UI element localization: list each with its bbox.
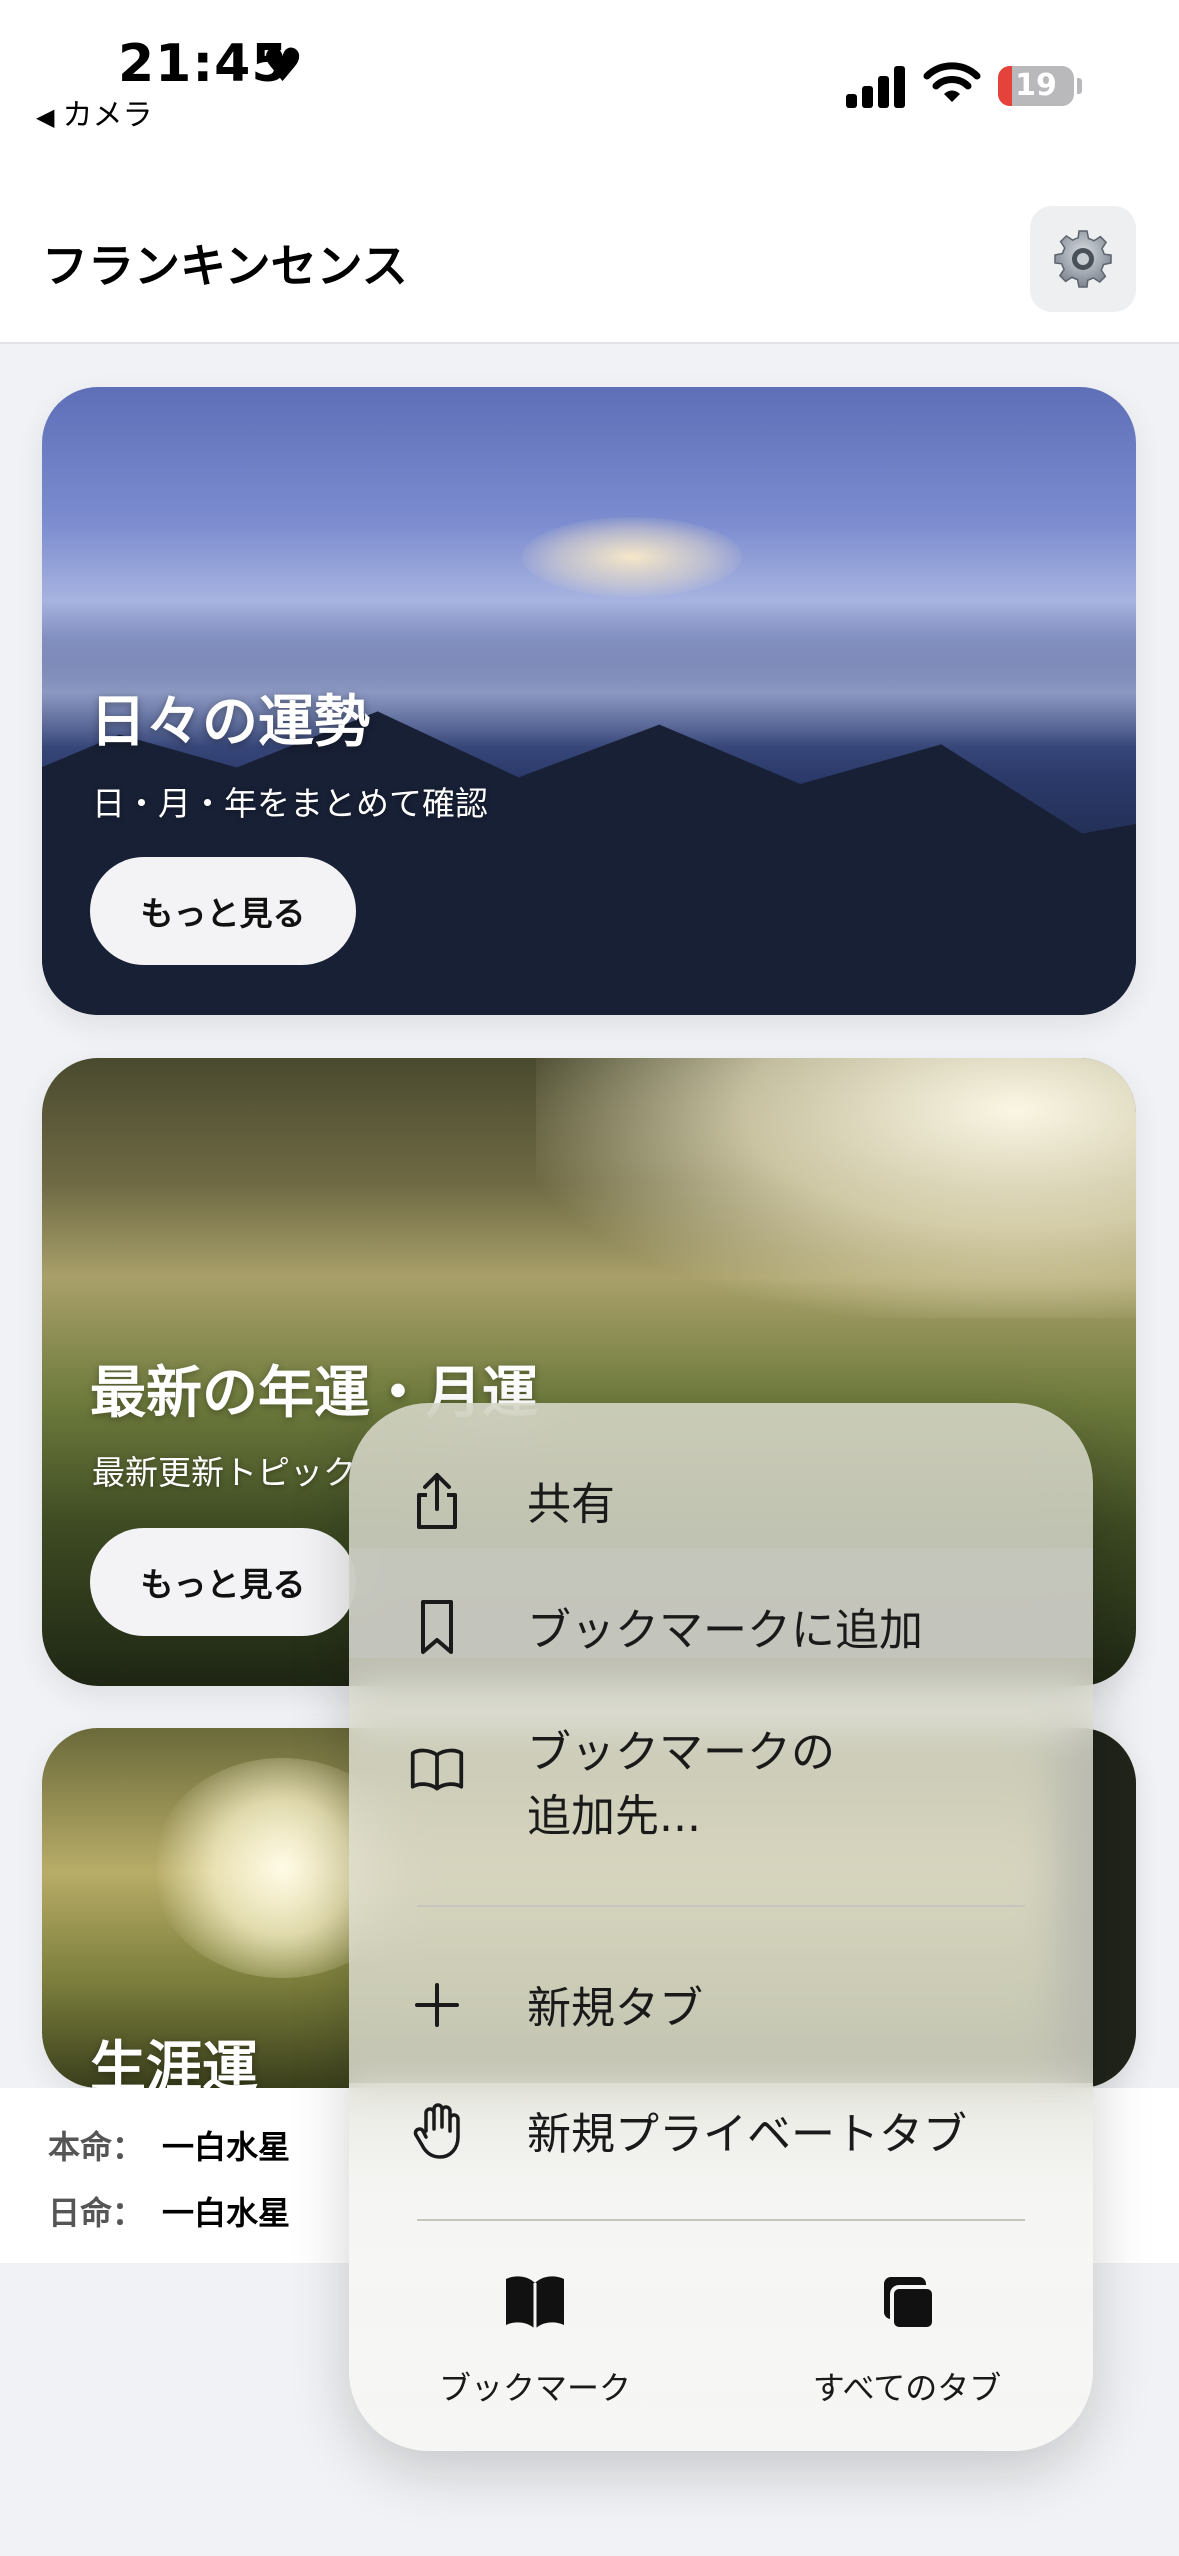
bookmarks-button[interactable]: ブックマーク — [349, 2273, 721, 2423]
hand-icon — [409, 2103, 465, 2159]
cellular-signal-icon — [846, 64, 906, 108]
menu-separator — [417, 1905, 1025, 1907]
menu-item-new-tab[interactable]: 新規タブ — [349, 1949, 1093, 2059]
book-fill-icon — [506, 2276, 564, 2329]
back-app-label: カメラ — [62, 98, 153, 133]
context-menu: 共有 ブックマークに追加 ブックマークの 追加先... 新規タブ 新規プライベー… — [349, 1403, 1093, 2451]
nichimei-row: 日命： 一白水星 — [48, 2188, 290, 2234]
more-button[interactable]: もっと見る — [90, 857, 356, 965]
more-button[interactable]: もっと見る — [90, 1528, 356, 1636]
honmei-label: 本命： — [48, 2128, 145, 2166]
heart-icon: ♥ — [262, 38, 304, 92]
battery-percent: 19 — [1015, 68, 1057, 103]
bookmark-icon — [409, 1599, 465, 1655]
menu-item-label: ブックマークの 追加先... — [527, 1727, 835, 1842]
honmei-row: 本命： 一白水星 — [48, 2122, 290, 2168]
card-title: 日々の運勢 — [90, 690, 370, 755]
menu-item-share[interactable]: 共有 — [349, 1445, 1093, 1555]
nichimei-label: 日命： — [48, 2194, 145, 2232]
card-subtitle: 最新更新トピック — [92, 1453, 356, 1492]
book-icon — [409, 1741, 465, 1797]
status-bar: 21:45 ♥ ◀ カメラ 19 — [0, 0, 1179, 190]
menu-separator — [417, 2219, 1025, 2221]
wifi-icon — [923, 62, 981, 102]
plus-icon — [409, 1977, 465, 2033]
menu-item-label: ブックマークに追加 — [527, 1605, 923, 1656]
gear-icon — [1054, 230, 1112, 288]
card-title: 生涯運 — [90, 2036, 258, 2088]
battery-icon: 19 — [998, 66, 1074, 106]
card-subtitle: 日・月・年をまとめて確認 — [92, 784, 488, 823]
menu-item-add-bookmark[interactable]: ブックマークに追加 — [349, 1571, 1093, 1681]
menu-item-label: 新規タブ — [527, 1983, 703, 2034]
daily-fortune-card[interactable]: 日々の運勢 日・月・年をまとめて確認 もっと見る — [42, 387, 1136, 1015]
all-tabs-label: すべてのタブ — [812, 2369, 1002, 2407]
tabs-icon — [884, 2277, 936, 2331]
bookmarks-label: ブックマーク — [438, 2369, 631, 2407]
share-icon — [409, 1473, 465, 1529]
menu-item-new-private-tab[interactable]: 新規プライベートタブ — [349, 2075, 1093, 2185]
menu-item-label: 新規プライベートタブ — [527, 2109, 967, 2160]
menu-item-label: 共有 — [527, 1479, 615, 1530]
honmei-value: 一白水星 — [162, 2128, 291, 2166]
all-tabs-button[interactable]: すべてのタブ — [721, 2273, 1093, 2423]
menu-item-bookmark-destination[interactable]: ブックマークの 追加先... — [349, 1693, 1093, 1842]
page-title: フランキンセンス — [42, 239, 408, 293]
nichimei-value: 一白水星 — [162, 2194, 291, 2232]
back-triangle-icon: ◀ — [36, 103, 55, 131]
app-header: フランキンセンス — [0, 190, 1179, 344]
settings-button[interactable] — [1030, 206, 1136, 312]
back-to-app-link[interactable]: ◀ カメラ — [36, 90, 152, 134]
